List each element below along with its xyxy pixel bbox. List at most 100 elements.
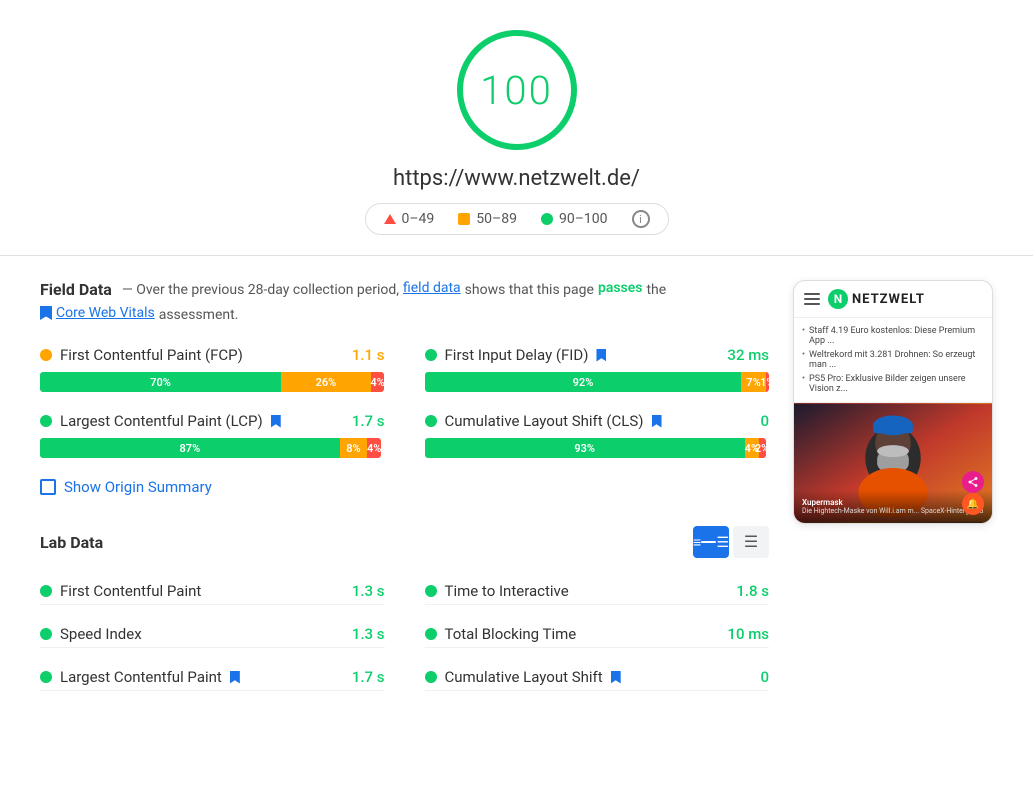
fid-metric: First Input Delay (FID) 32 ms 92% 7% 1% [425,346,770,392]
legend-green: 90–100 [541,211,608,227]
lab-tti-value: 1.8 s [736,582,769,600]
main-content: Field Data — Over the previous 28-day co… [0,256,1033,715]
info-icon[interactable]: i [632,210,650,228]
orange-square-icon [458,213,470,225]
lab-tti-item: Time to Interactive 1.8 s [425,578,770,605]
lcp-bookmark-icon [271,415,281,428]
cls-dot [425,415,437,427]
lab-fcp-dot [40,585,52,597]
cls-label: Cumulative Layout Shift (CLS) [425,412,662,430]
legend-orange: 50–89 [458,211,517,227]
lcp-bar: 87% 8% 4% [40,438,385,458]
phone-header: N NETZWELT [794,281,992,318]
cls-bar: 93% 4% 2% [425,438,770,458]
fcp-bar: 70% 26% 4% [40,372,385,392]
hamburger-line-3 [804,303,820,305]
legend-range2: 50–89 [476,211,517,227]
lcp-metric: Largest Contentful Paint (LCP) 1.7 s 87%… [40,412,385,458]
assessment-text: assessment. [159,305,239,326]
lab-si-label: Speed Index [40,625,142,643]
lab-cls-dot [425,671,437,683]
phone-preview-image: Xupermask Die Hightech-Maske von Will.i.… [794,403,992,523]
fid-bookmark-icon [596,349,606,362]
lab-cls-label: Cumulative Layout Shift [425,668,621,686]
lcp-bar-green: 87% [40,438,340,458]
news-item-2: • Weltrekord mit 3.281 Drohnen: So erzeu… [802,348,984,372]
cls-header: Cumulative Layout Shift (CLS) 0 [425,412,770,430]
lab-fcp-value: 1.3 s [352,582,385,600]
field-data-link[interactable]: field data [403,280,461,296]
lab-si-item: Speed Index 1.3 s [40,621,385,648]
lab-fcp-item: First Contentful Paint 1.3 s [40,578,385,605]
fcp-bar-orange: 26% [281,372,371,392]
fcp-bar-red: 4% [371,372,385,392]
legend-range1: 0–49 [402,211,435,227]
lab-si-dot [40,628,52,640]
lab-tbt-dot [425,628,437,640]
cls-value: 0 [760,412,769,430]
bullet-2: • [802,350,805,360]
fcp-bar-green: 70% [40,372,281,392]
view-toggle: ≡ ☰ ☰ [693,526,769,558]
hamburger-line-2 [804,298,820,300]
fcp-label: First Contentful Paint (FCP) [40,346,243,364]
site-logo: N NETZWELT [828,289,925,309]
field-data-desc-suffix: the [646,280,666,301]
lab-tbt-value: 10 ms [727,625,769,643]
lab-tti-dot [425,585,437,597]
fid-bar-red: 1% [766,372,769,392]
field-data-desc-prefix: — Over the previous 28-day collection pe… [122,280,399,301]
legend-range3: 90–100 [559,211,608,227]
hamburger-icon[interactable] [804,293,820,305]
news-list: • Staff 4.19 Euro kostenlos: Diese Premi… [794,318,992,403]
lcp-dot [40,415,52,427]
lab-tbt-label: Total Blocking Time [425,625,577,643]
show-origin-label[interactable]: Show Origin Summary [64,478,212,496]
fcp-header: First Contentful Paint (FCP) 1.1 s [40,346,385,364]
lab-data-header: Lab Data ≡ ☰ ☰ [40,526,769,558]
cls-bar-green: 93% [425,438,745,458]
passes-text: passes [598,280,643,296]
lab-cls-item: Cumulative Layout Shift 0 [425,664,770,691]
lcp-header: Largest Contentful Paint (LCP) 1.7 s [40,412,385,430]
fid-header: First Input Delay (FID) 32 ms [425,346,770,364]
lcp-value: 1.7 s [352,412,385,430]
lab-lcp-item: Largest Contentful Paint 1.7 s [40,664,385,691]
phone-caption: Xupermask [802,498,984,507]
phone-subcaption: Die Hightech-Maske von Will.i.am m... Sp… [802,507,984,515]
news-item-3: • PS5 Pro: Exklusive Bilder zeigen unser… [802,372,984,396]
page-url: https://www.netzwelt.de/ [393,166,640,191]
share-icon [967,476,979,488]
phone-mockup: N NETZWELT • Staff 4.19 Euro kostenlos: … [793,280,993,524]
fid-bar-green: 92% [425,372,742,392]
logo-n-icon: N [828,289,848,309]
show-origin-container[interactable]: Show Origin Summary [40,478,769,496]
top-section: 100 https://www.netzwelt.de/ 0–49 50–89 … [0,0,1033,256]
core-web-vitals-link[interactable]: Core Web Vitals [40,305,155,321]
notification-button[interactable]: 🔔 [962,493,984,515]
share-button[interactable] [962,471,984,493]
lab-data-section: Lab Data ≡ ☰ ☰ First Contentful Paint 1.… [40,526,769,691]
field-data-title: Field Data [40,280,112,299]
toggle-bar-chart-button[interactable]: ≡ ☰ [693,526,729,558]
lab-lcp-dot [40,671,52,683]
fid-label: First Input Delay (FID) [425,346,607,364]
lab-cls-bookmark-icon [611,671,621,684]
lab-tbt-item: Total Blocking Time 10 ms [425,621,770,648]
lab-lcp-bookmark-icon [230,671,240,684]
right-panel: N NETZWELT • Staff 4.19 Euro kostenlos: … [793,280,993,691]
fcp-metric: First Contentful Paint (FCP) 1.1 s 70% 2… [40,346,385,392]
red-triangle-icon [384,214,396,224]
field-data-header: Field Data — Over the previous 28-day co… [40,280,769,326]
bullet-1: • [802,326,805,336]
field-data-desc-mid: shows that this page [465,280,594,301]
legend-red: 0–49 [384,211,435,227]
toggle-list-view-button[interactable]: ☰ [733,526,769,558]
lab-lcp-value: 1.7 s [352,668,385,686]
show-origin-checkbox[interactable] [40,479,56,495]
lab-data-title: Lab Data [40,533,103,552]
fid-dot [425,349,437,361]
fcp-value: 1.1 s [352,346,385,364]
score-legend: 0–49 50–89 90–100 i [365,203,669,235]
lab-lcp-label: Largest Contentful Paint [40,668,240,686]
